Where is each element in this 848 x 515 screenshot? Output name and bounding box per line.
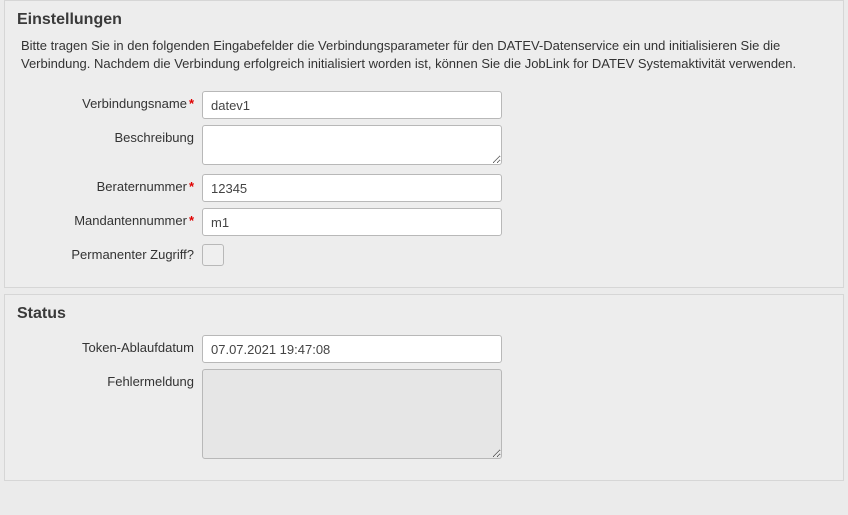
permanent-access-checkbox[interactable] [202,244,224,266]
row-permanent-access: Permanenter Zugriff? [17,242,831,269]
required-marker: * [189,179,194,194]
description-textarea[interactable] [202,125,502,165]
settings-heading: Einstellungen [5,1,843,35]
settings-panel: Einstellungen Bitte tragen Sie in den fo… [4,0,844,288]
error-message-textarea [202,369,502,459]
row-token-expiry: Token-Ablaufdatum [17,335,831,363]
settings-intro-text: Bitte tragen Sie in den folgenden Eingab… [17,35,831,85]
client-number-input[interactable] [202,208,502,236]
label-connection-name: Verbindungsname* [17,91,202,111]
row-description: Beschreibung [17,125,831,168]
label-token-expiry: Token-Ablaufdatum [17,335,202,355]
required-marker: * [189,213,194,228]
row-connection-name: Verbindungsname* [17,91,831,119]
label-client-number-text: Mandantennummer [74,213,187,228]
row-client-number: Mandantennummer* [17,208,831,236]
label-error-message: Fehlermeldung [17,369,202,389]
connection-name-input[interactable] [202,91,502,119]
label-permanent-access: Permanenter Zugriff? [17,242,202,262]
label-advisor-number: Beraternummer* [17,174,202,194]
token-expiry-field [202,335,502,363]
label-advisor-number-text: Beraternummer [97,179,187,194]
label-client-number: Mandantennummer* [17,208,202,228]
label-description: Beschreibung [17,125,202,145]
label-connection-name-text: Verbindungsname [82,96,187,111]
advisor-number-input[interactable] [202,174,502,202]
row-advisor-number: Beraternummer* [17,174,831,202]
status-panel: Status Token-Ablaufdatum Fehlermeldung [4,294,844,481]
status-heading: Status [5,295,843,329]
required-marker: * [189,96,194,111]
row-error-message: Fehlermeldung [17,369,831,462]
